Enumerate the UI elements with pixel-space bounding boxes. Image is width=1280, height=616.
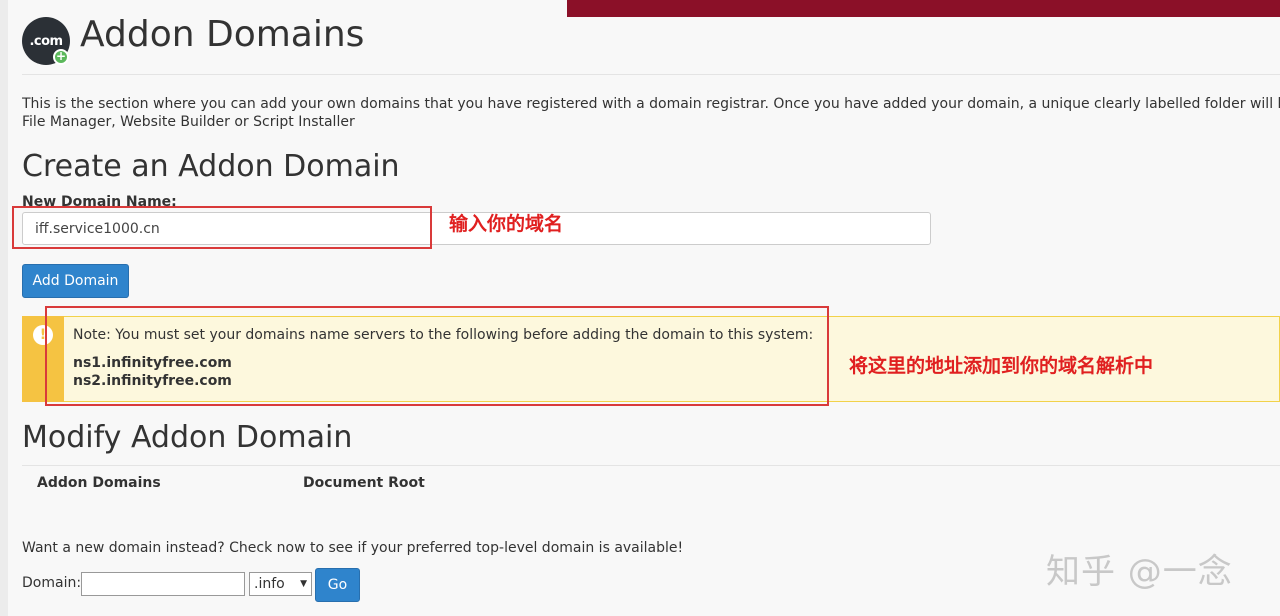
annotation-add-nameservers: 将这里的地址添加到你的域名解析中 — [849, 355, 1154, 377]
plus-icon: + — [53, 49, 69, 65]
modify-divider — [22, 465, 1280, 466]
modify-addon-heading: Modify Addon Domain — [22, 420, 353, 455]
left-edge-strip — [0, 0, 8, 616]
watermark: 知乎 @一念 — [1046, 552, 1233, 592]
column-header-addon-domains[interactable]: Addon Domains — [37, 475, 161, 491]
domain-search-label: Domain: — [22, 575, 82, 591]
create-addon-heading: Create an Addon Domain — [22, 149, 400, 184]
domain-search-prompt: Want a new domain instead? Check now to … — [22, 540, 684, 556]
intro-line-1: This is the section where you can add yo… — [22, 96, 1280, 112]
intro-text: This is the section where you can add yo… — [22, 95, 1280, 131]
tld-selected-value: .info — [254, 576, 285, 592]
annotation-box-domain-input — [12, 206, 432, 249]
annotation-box-nameservers — [45, 306, 829, 406]
title-divider — [22, 74, 1280, 75]
domain-search-input[interactable] — [81, 572, 245, 596]
add-domain-button[interactable]: Add Domain — [22, 264, 129, 298]
tld-select[interactable]: .info ▼ — [249, 572, 312, 596]
intro-line-2: File Manager, Website Builder or Script … — [22, 114, 355, 130]
top-accent-bar — [567, 0, 1280, 17]
logo-text: .com — [29, 33, 63, 49]
go-button[interactable]: Go — [315, 568, 360, 602]
annotation-enter-domain: 输入你的域名 — [449, 213, 564, 235]
chevron-down-icon: ▼ — [300, 579, 307, 589]
column-header-document-root[interactable]: Document Root — [303, 475, 425, 491]
page-title: Addon Domains — [80, 14, 365, 55]
